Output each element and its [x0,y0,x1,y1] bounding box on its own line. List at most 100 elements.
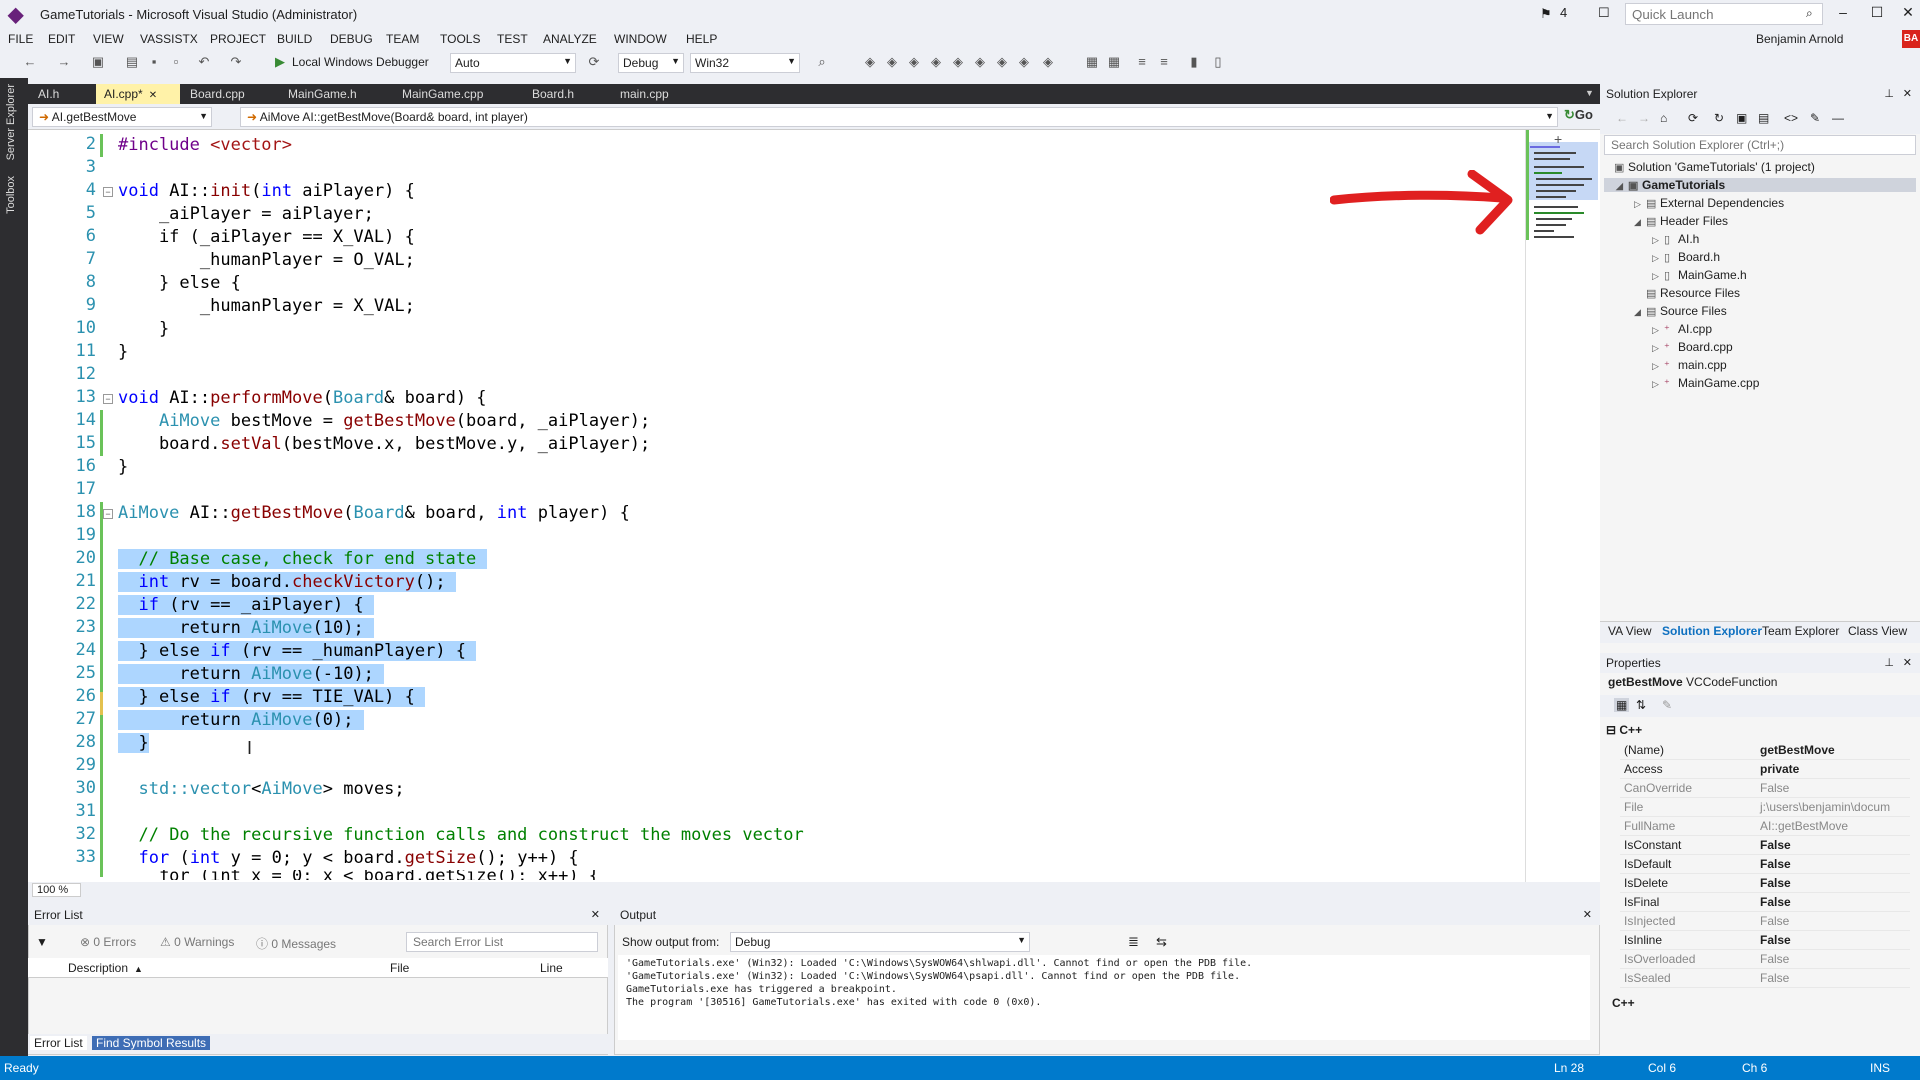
tree-file-board-cpp[interactable]: ▷ ⁺ Board.cpp [1652,340,1733,354]
tree-source-files[interactable]: ◢ ▤ Source Files [1634,304,1727,318]
back-icon[interactable]: ← [1616,111,1628,125]
indent-icon[interactable]: ≡ [1134,54,1150,70]
categorized-icon[interactable]: ▦ [1614,698,1630,712]
outdent-icon[interactable]: ≡ [1156,54,1172,70]
solution-search-input[interactable] [1604,135,1916,155]
tab-board-h[interactable]: Board.h [524,84,582,104]
pin-icon[interactable]: ⊥ [1884,656,1894,669]
tool-icon[interactable]: ◈ [994,54,1010,70]
undo-icon[interactable]: ↶ [196,54,212,70]
property-row[interactable]: IsSealed False [1620,969,1910,988]
property-row[interactable]: IsOverloaded False [1620,950,1910,969]
output-text[interactable]: 'GameTutorials.exe' (Win32): Loaded 'C:\… [618,955,1590,1040]
new-project-icon[interactable]: ▣ [90,54,106,70]
close-icon[interactable]: ✕ [1903,656,1912,669]
word-wrap-icon[interactable]: ⇆ [1156,934,1167,950]
menu-debug[interactable]: DEBUG [330,32,373,46]
tab-solution-explorer[interactable]: Solution Explorer [1662,624,1762,638]
menu-help[interactable]: HELP [686,32,717,46]
back-icon[interactable]: ← [22,54,38,70]
bookmark-icon[interactable]: ▮ [1186,54,1202,70]
tree-file-ai-cpp[interactable]: ▷ ⁺ AI.cpp [1652,322,1712,336]
close-icon[interactable]: ✕ [1903,87,1912,100]
warnings-filter-button[interactable]: ⚠ 0 Warnings [160,935,234,949]
alphabetical-icon[interactable]: ⇅ [1636,698,1646,712]
menu-tools[interactable]: TOOLS [440,32,480,46]
tool-icon[interactable]: ▦ [1106,54,1122,70]
tree-file-board-h[interactable]: ▷ ▯ Board.h [1652,250,1720,264]
tab-dropdown-icon[interactable]: ▼ [1585,88,1594,98]
find-icon[interactable]: ⌕ [814,54,830,70]
menu-test[interactable]: TEST [497,32,528,46]
tool-icon[interactable]: ◈ [1040,54,1056,70]
error-search-input[interactable] [406,932,598,952]
menu-window[interactable]: WINDOW [614,32,667,46]
property-row[interactable]: File j:\users\benjamin\docum [1620,798,1910,817]
menu-project[interactable]: PROJECT [210,32,266,46]
tree-file-main-cpp[interactable]: ▷ ⁺ main.cpp [1652,358,1727,372]
tree-header-files[interactable]: ◢ ▤ Header Files [1634,214,1728,228]
menu-vassistx[interactable]: VASSISTX [140,32,198,46]
maximize-button[interactable]: ☐ [1862,4,1892,24]
menu-file[interactable]: FILE [8,32,33,46]
tab-maingame-cpp[interactable]: MainGame.cpp [394,84,491,104]
open-file-icon[interactable]: ▤ [124,54,140,70]
go-button[interactable]: ↻Go [1564,107,1593,123]
member-combo[interactable]: ➜ AiMove AI::getBestMove(Board& board, i… [240,107,1558,127]
property-row[interactable]: IsConstant False [1620,836,1910,855]
menu-build[interactable]: BUILD [277,32,312,46]
refresh-icon[interactable]: ⟳ [586,54,602,70]
collapse-icon[interactable]: − [103,187,113,197]
start-debugger-button[interactable]: Local Windows Debugger [292,55,429,69]
menu-team[interactable]: TEAM [386,32,419,46]
auto-combo[interactable]: Auto ▼ [450,53,576,73]
bookmark-icon[interactable]: ▯ [1210,54,1226,70]
tab-class-view[interactable]: Class View [1848,624,1907,638]
property-row[interactable]: IsFinal False [1620,893,1910,912]
notification-flag-icon[interactable]: ⚑ [1540,6,1552,22]
property-row[interactable]: Access private [1620,760,1910,779]
toolbox-tab[interactable]: Toolbox [5,176,17,214]
save-all-icon[interactable]: ▫ [168,54,184,70]
property-category[interactable]: ⊟ C++ [1606,723,1642,737]
minus-icon[interactable]: — [1832,111,1844,125]
start-debugging-icon[interactable]: ▶ [272,54,288,70]
collapse-icon[interactable]: − [103,394,113,404]
sync-icon[interactable]: ⟳ [1688,111,1698,125]
tab-ai-h[interactable]: AI.h [30,84,67,104]
tree-file-ai-h[interactable]: ▷ ▯ AI.h [1652,232,1699,246]
tool-icon[interactable]: ◈ [950,54,966,70]
pin-icon[interactable]: ⊥ [1884,87,1894,100]
feedback-icon[interactable]: ☐ [1598,5,1610,21]
tab-find-symbol-results[interactable]: Find Symbol Results [92,1036,211,1050]
menu-view[interactable]: VIEW [93,32,124,46]
refresh-icon[interactable]: ↻ [1714,111,1724,125]
view-code-icon[interactable]: <> [1784,111,1798,125]
clear-all-icon[interactable]: ≣ [1128,934,1139,950]
tree-solution[interactable]: ▣ Solution 'GameTutorials' (1 project) [1614,160,1815,174]
scope-combo[interactable]: ➜ AI.getBestMove ▼ [32,107,212,127]
platform-combo[interactable]: Win32 ▼ [690,53,800,73]
tab-maingame-h[interactable]: MainGame.h [280,84,365,104]
tree-external-dependencies[interactable]: ▷ ▤ External Dependencies [1634,196,1784,210]
user-name[interactable]: Benjamin Arnold [1756,32,1843,46]
property-row[interactable]: IsDefault False [1620,855,1910,874]
tree-file-maingame-cpp[interactable]: ▷ ⁺ MainGame.cpp [1652,376,1759,390]
user-avatar[interactable]: BA [1902,30,1920,48]
properties-object-selector[interactable]: getBestMove VCCodeFunction [1608,675,1777,689]
properties-icon[interactable]: ✎ [1810,111,1820,125]
server-explorer-tab[interactable]: Server Explorer [5,84,17,160]
show-all-files-icon[interactable]: ▤ [1758,111,1769,125]
tab-va-view[interactable]: VA View [1608,624,1652,638]
property-row[interactable]: (Name) getBestMove [1620,741,1910,760]
output-source-combo[interactable]: Debug ▼ [730,932,1030,952]
column-line[interactable]: Line [540,961,563,975]
tool-icon[interactable]: ◈ [972,54,988,70]
tool-icon[interactable]: ◈ [928,54,944,70]
tree-file-maingame-h[interactable]: ▷ ▯ MainGame.h [1652,268,1747,282]
zoom-level[interactable]: 100 % [32,883,82,897]
filter-icon[interactable]: ▼ [36,935,48,949]
forward-icon[interactable]: → [56,54,72,70]
save-icon[interactable]: ▪ [146,54,162,70]
tool-icon[interactable]: ◈ [906,54,922,70]
